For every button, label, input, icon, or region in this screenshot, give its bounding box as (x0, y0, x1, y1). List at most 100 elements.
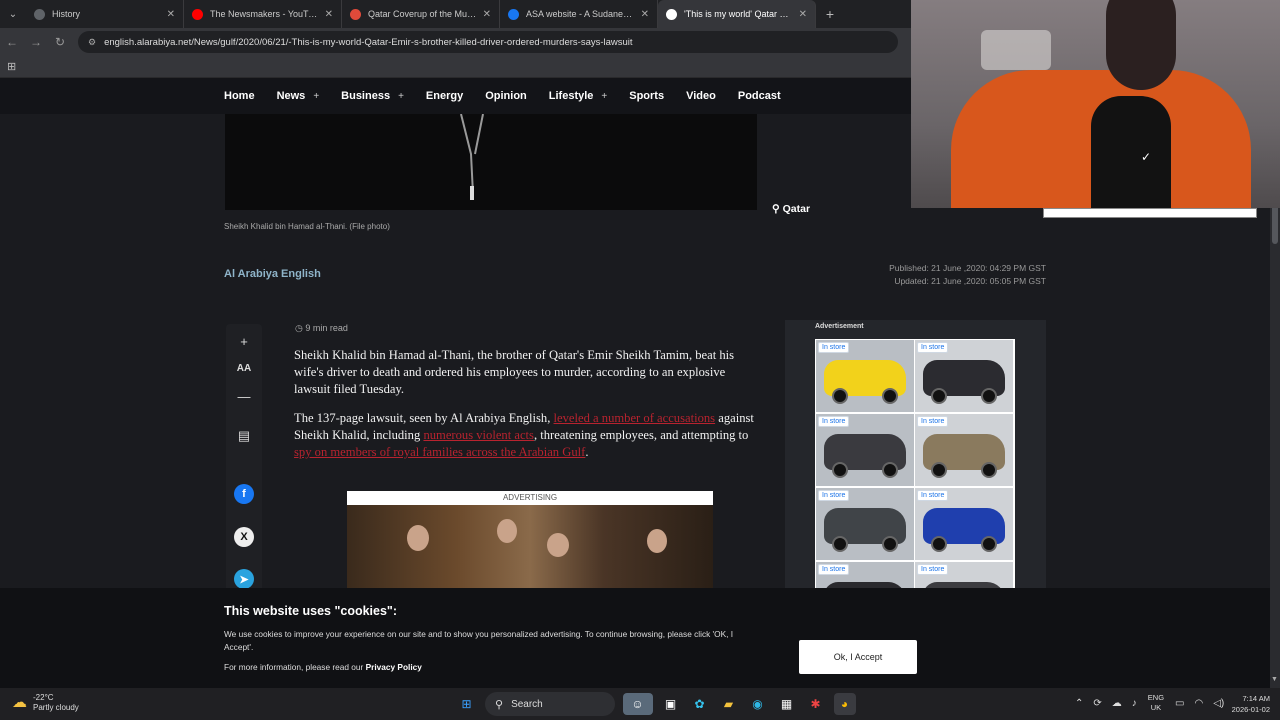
close-tab-icon[interactable]: ✕ (325, 9, 333, 20)
monitor-icon[interactable]: ▭ (1175, 698, 1184, 709)
reload-icon[interactable]: ↻ (48, 35, 72, 49)
search-label: Search (511, 698, 543, 710)
inline-advertisement[interactable]: ADVERTISING (347, 491, 713, 588)
topic-tag[interactable]: ⚲ Qatar (772, 203, 810, 215)
car-ad-tile[interactable]: In store (915, 414, 1013, 486)
nav-item[interactable]: Opinion (485, 90, 527, 102)
cookie-more-prefix: For more information, please read our (224, 662, 366, 672)
nav-item[interactable]: Home (224, 90, 255, 102)
keyboard-layout: UK (1150, 703, 1162, 712)
privacy-policy-link[interactable]: Privacy Policy (366, 662, 422, 672)
accept-cookies-button[interactable]: Ok, I Accept (799, 640, 917, 674)
system-tray: ⌃ ⟳ ☁ ♪ ENG UK ▭ ◠ ◁) (1070, 693, 1229, 713)
tab-title: The Newsmakers - YouTube (210, 9, 319, 19)
car-ad-tile[interactable]: In store (816, 340, 914, 412)
url-bar[interactable]: ⚙ english.alarabiya.net/News/gulf/2020/0… (78, 31, 898, 53)
language-code: ENG (1147, 693, 1165, 702)
search-icon: ⚲ (495, 698, 504, 711)
tab-favicon-icon (350, 8, 361, 20)
car-ad-tile[interactable]: In store (915, 340, 1013, 412)
edge-icon[interactable]: ◉ (747, 693, 769, 715)
link-accusations[interactable]: leveled a number of accusations (554, 411, 716, 425)
apps-grid-icon[interactable]: ⊞ (7, 60, 16, 73)
browser-tab[interactable]: 'This is my world' Qatar Emir's ✕ (658, 0, 816, 28)
in-store-badge: In store (917, 490, 949, 501)
browser-tab[interactable]: Qatar Coverup of the Murder o ✕ (342, 0, 500, 28)
tab-search-icon[interactable]: ⌄ (0, 0, 26, 28)
chrome-icon[interactable]: ◕ (833, 693, 856, 715)
windows-start-icon[interactable]: ⊞ (456, 693, 478, 715)
windows-taskbar: ☁ -22°C Partly cloudy ⊞ ⚲ Search ☺ ▣ ✿ ▰ … (0, 688, 1280, 720)
notes-icon[interactable]: ▤ (226, 428, 262, 444)
car-ad-tile[interactable]: In store (816, 488, 914, 560)
forward-icon[interactable]: → (24, 35, 48, 49)
browser-tab[interactable]: ASA website - A Sudanese bod ✕ (500, 0, 658, 28)
expand-menu-icon[interactable]: + (313, 91, 319, 102)
telegram-icon[interactable]: ➤ (234, 569, 254, 588)
article-body: Sheikh Khalid bin Hamad al-Thani, the br… (294, 347, 764, 474)
nav-item-label: Lifestyle (548, 90, 594, 102)
nav-item-label: Home (224, 90, 255, 102)
close-tab-icon[interactable]: ✕ (641, 9, 649, 20)
photo-caption: Sheikh Khalid bin Hamad al-Thani. (File … (224, 222, 390, 231)
site-info-icon[interactable]: ⚙ (88, 37, 96, 48)
weather-widget[interactable]: ☁ -22°C Partly cloudy (12, 693, 79, 713)
file-explorer-icon[interactable]: ▰ (718, 693, 740, 715)
nav-item[interactable]: Business + (341, 90, 404, 102)
copilot-icon[interactable]: ✿ (689, 693, 711, 715)
back-icon[interactable]: ← (0, 35, 24, 49)
weather-desc: Partly cloudy (33, 703, 79, 712)
chevron-up-icon[interactable]: ⌃ (1075, 698, 1083, 709)
new-tab-icon[interactable]: + (816, 6, 844, 22)
nav-item[interactable]: Podcast (738, 90, 781, 102)
car-ad-tile[interactable]: In store (915, 488, 1013, 560)
microphone-icon[interactable]: ♪ (1132, 698, 1137, 709)
link-violent-acts[interactable]: numerous violent acts (423, 428, 534, 442)
nav-item[interactable]: Lifestyle + (549, 90, 607, 102)
sync-icon[interactable]: ⟳ (1093, 698, 1101, 709)
tab-favicon-icon (508, 8, 519, 20)
car-ad-grid[interactable]: In store In store In store In store In store… (815, 339, 1015, 588)
system-clock[interactable]: 7:14 AM 2026-01-02 (1222, 693, 1270, 715)
onedrive-icon[interactable]: ☁ (1112, 698, 1122, 709)
scroll-down-icon[interactable]: ▼ (1271, 676, 1278, 683)
nav-item-label: News (276, 90, 306, 102)
car-ad-tile[interactable]: In store (915, 562, 1013, 588)
app-icon[interactable]: ✱ (805, 693, 827, 715)
language-indicator[interactable]: ENG UK (1148, 693, 1164, 713)
store-icon[interactable]: ▦ (776, 693, 798, 715)
task-view-icon[interactable]: ▣ (660, 693, 682, 715)
link-spy-royal-families[interactable]: spy on members of royal families across … (294, 445, 585, 459)
nav-item[interactable]: Sports (629, 90, 664, 102)
cookie-text: We use cookies to improve your experienc… (224, 629, 734, 652)
expand-menu-icon[interactable]: + (601, 91, 607, 102)
taskbar-search[interactable]: ⚲ Search (485, 692, 615, 716)
location-pin-icon: ⚲ (772, 203, 783, 215)
nav-item[interactable]: Energy (426, 90, 463, 102)
close-tab-icon[interactable]: ✕ (483, 9, 491, 20)
decrease-text-icon[interactable]: — (226, 389, 262, 404)
widgets-icon[interactable]: ☺ (622, 693, 653, 715)
wifi-icon[interactable]: ◠ (1195, 698, 1204, 709)
expand-menu-icon[interactable]: + (398, 91, 404, 102)
nav-item[interactable]: Video (686, 90, 716, 102)
facebook-icon[interactable]: f (234, 484, 254, 504)
browser-tab[interactable]: The Newsmakers - YouTube ✕ (184, 0, 342, 28)
increase-text-icon[interactable]: + (226, 334, 262, 349)
browser-tab[interactable]: History ✕ (26, 0, 184, 28)
car-ad-tile[interactable]: In store (816, 414, 914, 486)
weather-temp: -22°C (33, 693, 54, 702)
advertising-label: ADVERTISING (502, 493, 558, 502)
x-twitter-icon[interactable]: X (234, 527, 254, 547)
tab-favicon-icon (34, 8, 45, 20)
paragraph-2: The 137-page lawsuit, seen by Al Arabiya… (294, 410, 764, 460)
close-tab-icon[interactable]: ✕ (799, 9, 807, 20)
cookie-more-info: For more information, please read our Pr… (224, 662, 422, 672)
font-size-icon[interactable]: AA (226, 363, 262, 374)
article-source[interactable]: Al Arabiya English (224, 268, 321, 280)
nav-item[interactable]: News + (277, 90, 320, 102)
in-store-badge: In store (818, 490, 850, 501)
car-ad-tile[interactable]: In store (816, 562, 914, 588)
close-tab-icon[interactable]: ✕ (167, 9, 175, 20)
hero-photo (225, 114, 757, 210)
